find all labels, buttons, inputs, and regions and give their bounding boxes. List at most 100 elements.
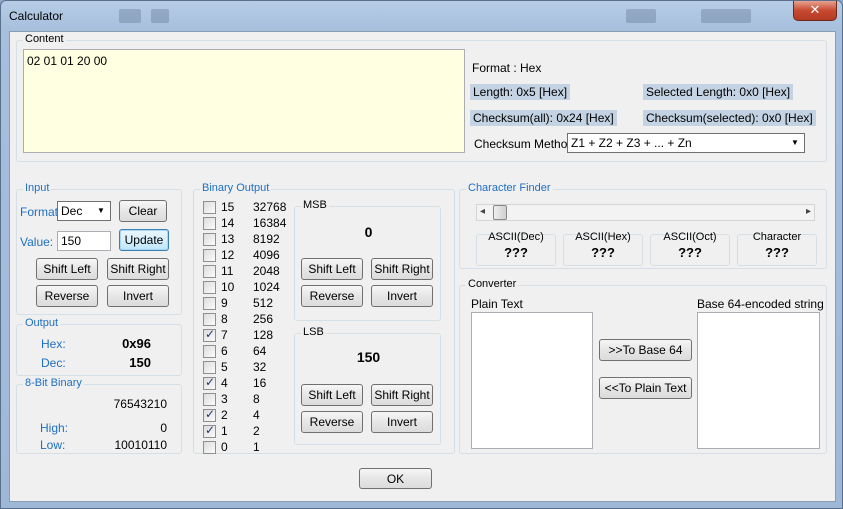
input-shift-left-button[interactable]: Shift Left xyxy=(36,258,98,280)
bit-weight: 256 xyxy=(253,312,274,326)
value-label: Value: xyxy=(20,235,54,249)
msb-invert-button[interactable]: Invert xyxy=(371,285,433,307)
binary-output-title: Binary Output xyxy=(200,182,272,194)
bit-checkbox[interactable] xyxy=(203,233,216,246)
character-box-label: Character xyxy=(752,231,802,243)
bit-number: 8 xyxy=(221,312,228,326)
input-group: Input Format: Dec ▼ Clear Value: Update … xyxy=(16,182,182,315)
input-reverse-button[interactable]: Reverse xyxy=(36,285,98,307)
bit-checkbox[interactable] xyxy=(203,249,216,262)
bit-checkbox[interactable] xyxy=(203,423,216,438)
lsb-invert-button[interactable]: Invert xyxy=(371,411,433,433)
content-textarea[interactable]: 02 01 01 20 00 xyxy=(23,49,465,153)
msb-shift-left-button[interactable]: Shift Left xyxy=(301,258,363,280)
format-label: Format: xyxy=(20,205,62,219)
bit-checkbox[interactable] xyxy=(203,407,216,422)
scroll-right-icon[interactable]: ▸ xyxy=(806,206,811,217)
update-button[interactable]: Update xyxy=(119,229,169,251)
msb-value: 0 xyxy=(364,224,373,240)
character-box: Character??? xyxy=(737,231,817,266)
bit-number: 1 xyxy=(221,424,228,438)
content-group: Content 02 01 01 20 00 Format : Hex Leng… xyxy=(16,33,827,162)
character-slider[interactable]: ◂ ▸ xyxy=(476,204,815,221)
plain-text-area[interactable] xyxy=(471,312,593,449)
clear-button[interactable]: Clear xyxy=(119,200,167,222)
close-button[interactable]: ✕ xyxy=(793,1,837,21)
bit-weight: 8192 xyxy=(253,232,280,246)
bit-weight: 2048 xyxy=(253,264,280,278)
bit-checkbox[interactable] xyxy=(203,313,216,326)
to-plain-text-button[interactable]: <<To Plain Text xyxy=(599,377,692,399)
format-select[interactable]: Dec ▼ xyxy=(57,201,111,221)
bit-weight: 512 xyxy=(253,296,274,310)
slider-thumb[interactable] xyxy=(493,205,507,220)
hex-label: Hex: xyxy=(41,337,66,351)
to-base64-button[interactable]: >>To Base 64 xyxy=(599,339,692,361)
input-invert-button[interactable]: Invert xyxy=(107,285,169,307)
chevron-down-icon: ▼ xyxy=(97,206,105,215)
bit-number: 12 xyxy=(221,248,235,262)
lsb-shift-left-button[interactable]: Shift Left xyxy=(301,384,363,406)
close-icon: ✕ xyxy=(809,2,821,17)
msb-shift-right-button[interactable]: Shift Right xyxy=(371,258,433,280)
length-text: Length: 0x5 [Hex] xyxy=(470,84,571,100)
bit-number: 6 xyxy=(221,344,228,358)
bit-positions: 76543210 xyxy=(113,397,167,411)
bit-checkbox[interactable] xyxy=(203,375,216,390)
titlebar-ghost xyxy=(119,9,141,23)
hex-value: 0x96 xyxy=(122,336,151,351)
lsb-group: LSB 150 Shift Left Shift Right Reverse I… xyxy=(294,326,441,445)
bit-checkbox[interactable] xyxy=(203,217,216,230)
checksum-all-text: Checksum(all): 0x24 [Hex] xyxy=(470,110,617,126)
checksum-method-select[interactable]: Z1 + Z2 + Z3 + ... + Zn ▼ xyxy=(567,133,805,153)
lsb-shift-right-button[interactable]: Shift Right xyxy=(371,384,433,406)
checksum-method-label: Checksum Method: xyxy=(474,137,578,151)
bit-weight: 128 xyxy=(253,328,274,342)
format-text: Format : Hex xyxy=(472,61,542,75)
character-box-value: ??? xyxy=(765,245,789,260)
input-shift-right-button[interactable]: Shift Right xyxy=(107,258,169,280)
character-box-value: ??? xyxy=(591,245,615,260)
bit-weight: 64 xyxy=(253,344,267,358)
bit-number: 4 xyxy=(221,376,228,390)
bit-weight: 8 xyxy=(253,392,260,406)
bit-checkbox[interactable] xyxy=(203,327,216,342)
low-value: 10010110 xyxy=(114,438,168,452)
msb-reverse-button[interactable]: Reverse xyxy=(301,285,363,307)
base64-label: Base 64-encoded string xyxy=(697,297,824,311)
msb-title: MSB xyxy=(301,199,329,211)
bit-checkbox[interactable] xyxy=(203,297,216,310)
bit-checkbox[interactable] xyxy=(203,201,216,214)
high-value: 0 xyxy=(160,421,167,435)
lsb-value: 150 xyxy=(356,349,381,365)
character-box-value: ??? xyxy=(504,245,528,260)
bit-weight: 1 xyxy=(253,440,260,454)
bit-number: 10 xyxy=(221,280,235,294)
bit-checkbox[interactable] xyxy=(203,281,216,294)
bit-checkbox[interactable] xyxy=(203,345,216,358)
lsb-reverse-button[interactable]: Reverse xyxy=(301,411,363,433)
ok-button[interactable]: OK xyxy=(359,468,432,489)
bit-checkbox[interactable] xyxy=(203,441,216,454)
output-group: Output Hex: 0x96 Dec: 150 xyxy=(16,317,182,376)
binary-output-group: Binary Output 15 32768 14 16384 13 8192 12 4096… xyxy=(193,182,455,454)
bit-checkbox[interactable] xyxy=(203,393,216,406)
bit-weight: 32 xyxy=(253,360,267,374)
character-box-value: ??? xyxy=(678,245,702,260)
character-finder-title: Character Finder xyxy=(466,182,553,194)
base64-text-area[interactable] xyxy=(697,312,820,449)
character-box-label: ASCII(Oct) xyxy=(663,231,717,243)
value-input[interactable] xyxy=(57,231,111,251)
eight-bit-binary-group: 8-Bit Binary 76543210 High: 0 Low: 10010… xyxy=(16,377,182,454)
eight-bit-binary-title: 8-Bit Binary xyxy=(23,377,84,389)
output-title: Output xyxy=(23,317,61,329)
bit-checkbox[interactable] xyxy=(203,265,216,278)
bit-checkbox[interactable] xyxy=(203,361,216,374)
content-text: 02 01 01 20 00 xyxy=(27,54,108,68)
selected-length-text: Selected Length: 0x0 [Hex] xyxy=(643,84,794,100)
character-box: ASCII(Oct)??? xyxy=(650,231,730,266)
character-finder-group: Character Finder ◂ ▸ ASCII(Dec)??? ASCII(… xyxy=(459,182,827,269)
scroll-left-icon[interactable]: ◂ xyxy=(480,206,485,217)
plain-text-label: Plain Text xyxy=(471,297,523,311)
character-box: ASCII(Dec)??? xyxy=(476,231,556,266)
